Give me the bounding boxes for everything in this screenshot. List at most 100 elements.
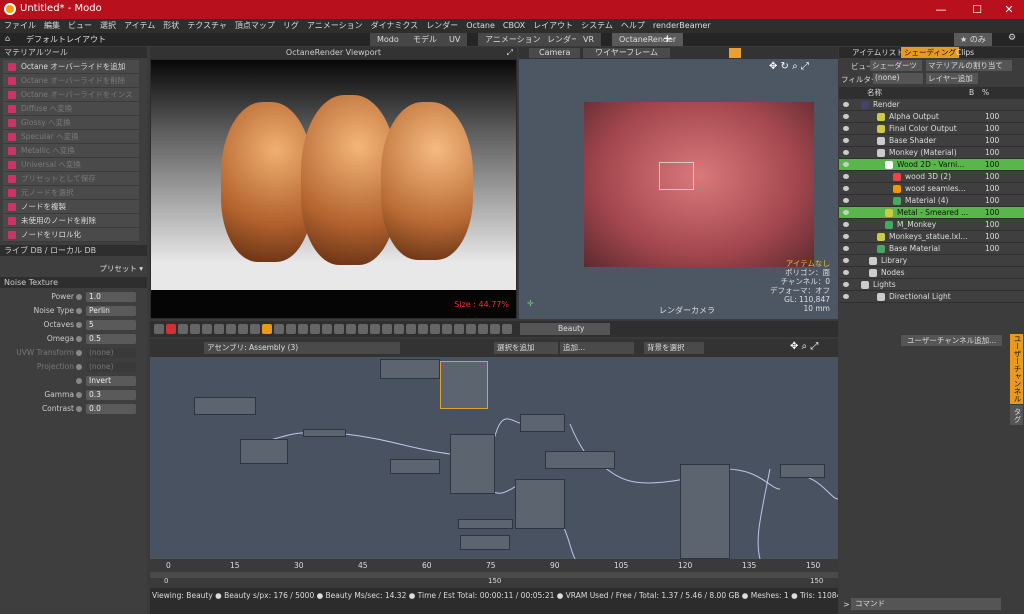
- menu-item[interactable]: Octane: [462, 19, 499, 33]
- toolbar-icon[interactable]: [154, 324, 164, 334]
- 3d-viewport[interactable]: Camera ワイヤーフレーム ✥ ↻ ⌕ ⤢ アイテムなし ポリゴン：面 チャンネ…: [519, 47, 838, 319]
- shader-tree-item[interactable]: Monkeys_statue.lxl... 100: [839, 231, 1024, 243]
- material-tool-button[interactable]: Specular へ変換: [3, 130, 139, 144]
- toolbar-icon[interactable]: [226, 324, 236, 334]
- home-icon[interactable]: ⌂: [5, 34, 10, 43]
- toolbar-icon[interactable]: [490, 324, 500, 334]
- menu-item[interactable]: テクスチャ: [183, 19, 231, 33]
- property-value-field[interactable]: 5: [86, 320, 136, 330]
- shader-tree-item[interactable]: Directional Light: [839, 291, 1024, 303]
- shading-mode-button[interactable]: ワイヤーフレーム: [583, 48, 671, 58]
- toolbar-icon[interactable]: [358, 324, 368, 334]
- graph-node[interactable]: [520, 414, 565, 432]
- material-tool-button[interactable]: Glossy へ変換: [3, 116, 139, 130]
- tag-side-tab[interactable]: タグ: [1010, 405, 1023, 425]
- graph-node[interactable]: [450, 434, 495, 494]
- visibility-eye-icon[interactable]: [843, 174, 849, 179]
- animate-dot-icon[interactable]: [76, 378, 82, 384]
- visibility-eye-icon[interactable]: [843, 210, 849, 215]
- shader-tree-item[interactable]: Material (4) 100: [839, 195, 1024, 207]
- add-layout-icon[interactable]: +: [663, 32, 672, 45]
- menu-item[interactable]: レンダー: [422, 19, 462, 33]
- property-value-field[interactable]: 1.0: [86, 292, 136, 302]
- menu-item[interactable]: レイアウト: [529, 19, 577, 33]
- shader-tree-item[interactable]: Render: [839, 99, 1024, 111]
- toolbar-icon[interactable]: [418, 324, 428, 334]
- toolbar-icon[interactable]: [502, 324, 512, 334]
- shader-tree-item[interactable]: Lights: [839, 279, 1024, 291]
- toolbar-icon[interactable]: [238, 324, 248, 334]
- animate-dot-icon[interactable]: [76, 308, 82, 314]
- minimize-button[interactable]: —: [926, 0, 956, 19]
- toolbar-icon[interactable]: [466, 324, 476, 334]
- add-user-channel-button[interactable]: ユーザーチャンネル追加...: [901, 335, 1003, 346]
- layout-settings-icon[interactable]: ⚙: [1008, 33, 1016, 43]
- toolbar-icon[interactable]: [478, 324, 488, 334]
- material-tool-button[interactable]: Diffuse へ変換: [3, 102, 139, 116]
- layout-name[interactable]: デフォルトレイアウト: [26, 34, 106, 45]
- menu-item[interactable]: 編集: [40, 19, 64, 33]
- layout-tab[interactable]: Modo: [370, 33, 407, 46]
- menu-item[interactable]: システム: [577, 19, 617, 33]
- shader-tree-item[interactable]: Final Color Output 100: [839, 123, 1024, 135]
- graph-node[interactable]: [390, 459, 440, 474]
- right-panel-tab[interactable]: アイテムリスト: [849, 47, 907, 58]
- toolbar-icon[interactable]: [430, 324, 440, 334]
- preset-dropdown[interactable]: プリセット ▾: [99, 263, 143, 274]
- material-tool-button[interactable]: Metallic へ変換: [3, 144, 139, 158]
- graph-node[interactable]: [680, 464, 730, 559]
- menu-item[interactable]: 選択: [96, 19, 120, 33]
- material-tool-button[interactable]: Octane オーバーライドを削除: [3, 74, 139, 88]
- menu-item[interactable]: 頂点マップ: [231, 19, 279, 33]
- material-tool-button[interactable]: Octane オーバーライドをインスタンス化: [3, 88, 139, 113]
- shader-tree-item[interactable]: Metal - Smeared ... 100: [839, 207, 1024, 219]
- shader-tree-item[interactable]: wood 3D (2) 100: [839, 171, 1024, 183]
- menu-item[interactable]: 形状: [159, 19, 183, 33]
- menu-item[interactable]: アニメーション: [303, 19, 367, 33]
- toolbar-icon[interactable]: [166, 324, 176, 334]
- property-value-field[interactable]: 0.0: [86, 404, 136, 414]
- add-layer-button[interactable]: レイヤー追加: [926, 73, 978, 84]
- toolbar-icon[interactable]: [442, 324, 452, 334]
- maximize-button[interactable]: ☐: [962, 0, 992, 19]
- filter-dropdown[interactable]: (none): [873, 73, 923, 84]
- visibility-eye-icon[interactable]: [843, 114, 849, 119]
- graph-node[interactable]: [460, 535, 510, 550]
- shader-tree-item[interactable]: wood seamles... 100: [839, 183, 1024, 195]
- toolbar-icon[interactable]: [322, 324, 332, 334]
- graph-node[interactable]: [303, 429, 346, 437]
- menu-item[interactable]: CBOX: [499, 19, 529, 33]
- visibility-eye-icon[interactable]: [843, 234, 849, 239]
- monkey-model[interactable]: [584, 102, 814, 267]
- property-value-field[interactable]: Perlin: [86, 306, 136, 316]
- visibility-eye-icon[interactable]: [843, 270, 849, 275]
- toolbar-icon[interactable]: [370, 324, 380, 334]
- visibility-eye-icon[interactable]: [843, 198, 849, 203]
- visibility-eye-icon[interactable]: [843, 126, 849, 131]
- toolbar-icon[interactable]: [190, 324, 200, 334]
- menu-item[interactable]: renderBeamer: [649, 19, 715, 33]
- menu-item[interactable]: ファイル: [0, 19, 40, 33]
- layout-tab[interactable]: VR: [576, 33, 603, 46]
- graph-node[interactable]: [380, 359, 440, 379]
- layout-tab[interactable]: OctaneRender: [612, 33, 685, 46]
- toolbar-icon[interactable]: [334, 324, 344, 334]
- shader-tree-item[interactable]: Monkey (Material) 100: [839, 147, 1024, 159]
- camera-button[interactable]: Camera: [529, 48, 581, 58]
- toolbar-icon[interactable]: [262, 324, 272, 334]
- visibility-eye-icon[interactable]: [843, 222, 849, 227]
- visibility-eye-icon[interactable]: [843, 138, 849, 143]
- material-tool-button[interactable]: Octane オーバーライドを追加: [3, 60, 139, 74]
- visibility-eye-icon[interactable]: [843, 150, 849, 155]
- material-tool-button[interactable]: ノードを複製: [3, 200, 139, 214]
- toolbar-icon[interactable]: [286, 324, 296, 334]
- property-value-field[interactable]: (none): [86, 348, 136, 358]
- material-tool-button[interactable]: 未使用のノードを削除: [3, 214, 139, 228]
- graph-node[interactable]: [440, 361, 488, 409]
- property-value-field[interactable]: 0.3: [86, 390, 136, 400]
- octane-render-viewport[interactable]: OctaneRender Viewport ⤢ Size : 44.77%: [150, 47, 517, 319]
- material-tool-button[interactable]: 元ノードを選択: [3, 186, 139, 200]
- pass-dropdown[interactable]: Beauty: [520, 323, 610, 335]
- node-graph[interactable]: アセンブリ: Assembly (3) 選択を追加 追加... 背景を選択 ✥ …: [150, 339, 838, 559]
- toolbar-icon[interactable]: [406, 324, 416, 334]
